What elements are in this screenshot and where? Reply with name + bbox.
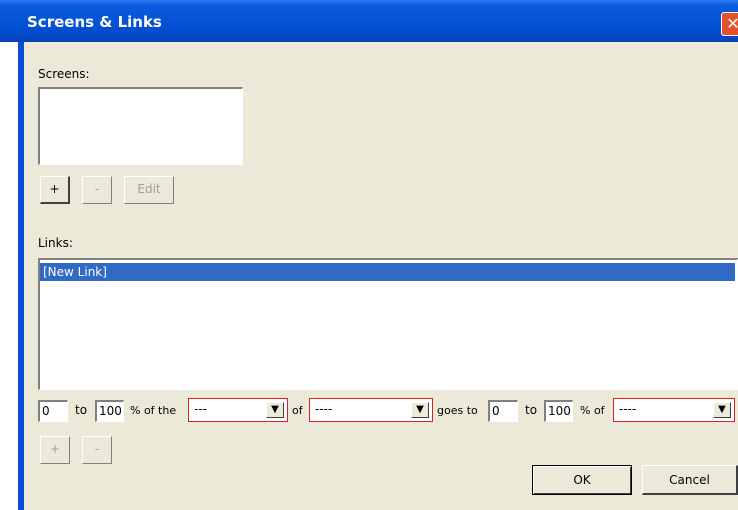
remove-screen-label: - [94,182,100,196]
chevron-down-icon[interactable]: ▼ [266,402,284,418]
screens-links-dialog: Screens & Links ✕ Screens: + - Edit Link… [0,0,738,510]
ok-label: OK [573,473,591,487]
to-start-input[interactable]: 0 [488,400,518,422]
add-screen-label: + [49,182,60,196]
close-button[interactable]: ✕ [721,12,738,36]
link-property-select[interactable]: ---- ▼ [309,398,433,422]
from-start-input[interactable]: 0 [38,400,68,422]
close-icon: ✕ [726,14,738,33]
link-source-select[interactable]: --- ▼ [188,398,288,422]
target-property-select[interactable]: ---- ▼ [613,398,735,422]
to-label: to [75,403,88,417]
of-label: of [292,404,303,417]
title-bar[interactable]: Screens & Links ✕ [0,0,738,42]
screens-list[interactable] [38,87,243,165]
frame-edge [18,42,24,510]
link-property-value: ---- [315,402,333,416]
add-screen-button[interactable]: + [40,176,70,204]
list-item[interactable]: [New Link] [40,263,735,281]
edit-screen-button[interactable]: Edit [124,176,174,204]
add-link-label: + [49,442,61,456]
link-item-label: [New Link] [43,265,107,279]
add-link-button[interactable]: + [40,436,70,464]
to-label-2: to [525,403,538,417]
goes-to-label: goes to [437,404,478,417]
ok-button[interactable]: OK [532,465,632,495]
window-title: Screens & Links [27,13,162,31]
from-start-value: 0 [42,404,50,418]
edit-screen-label: Edit [137,182,161,196]
cancel-button[interactable]: Cancel [642,465,738,495]
to-start-value: 0 [492,404,500,418]
remove-link-label: - [94,442,100,456]
screens-label: Screens: [38,67,90,81]
chevron-down-icon[interactable]: ▼ [713,402,731,418]
links-label: Links: [38,236,73,250]
target-property-value: ---- [619,402,637,416]
window-frame-left [0,42,24,510]
percent-of-the-label: % of the [130,404,177,417]
chevron-down-icon[interactable]: ▼ [411,402,429,418]
to-end-input[interactable]: 100 [544,400,573,422]
remove-link-button[interactable]: - [82,436,112,464]
cancel-label: Cancel [669,473,710,487]
remove-screen-button[interactable]: - [82,176,112,204]
from-end-value: 100 [99,404,122,418]
to-end-value: 100 [548,404,571,418]
link-source-value: --- [194,402,207,416]
percent-of-label: % of [580,404,605,417]
from-end-input[interactable]: 100 [95,400,124,422]
